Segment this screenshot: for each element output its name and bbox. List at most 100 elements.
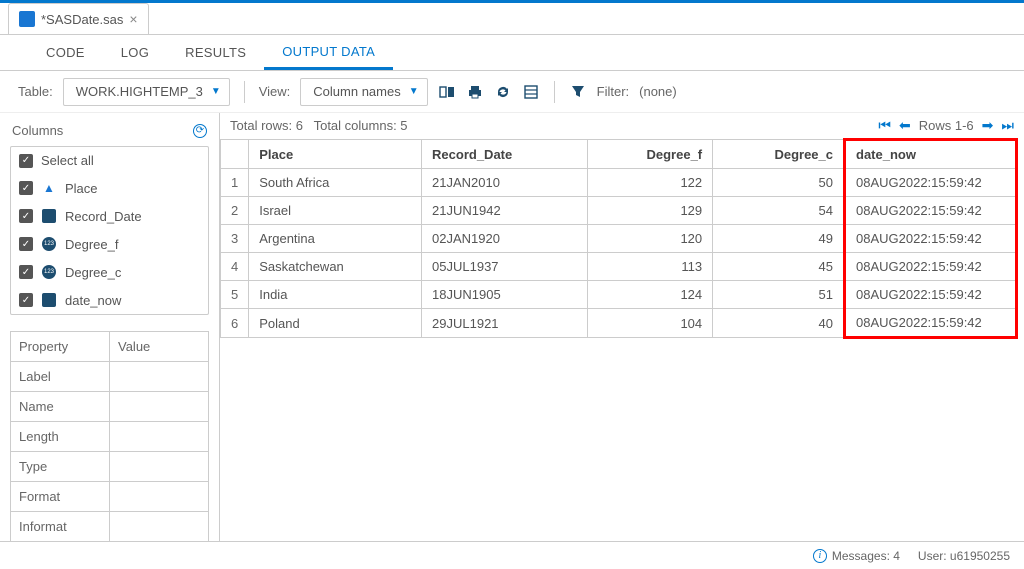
row-number: 6 [221, 309, 249, 338]
header-row: Place Record_Date Degree_f Degree_c date… [221, 140, 1017, 169]
property-name: Label [11, 362, 110, 391]
row-number: 4 [221, 253, 249, 281]
chevron-down-icon: ▼ [211, 86, 221, 97]
checkbox-icon[interactable]: ✓ [19, 209, 33, 223]
show-data-icon[interactable] [438, 83, 456, 101]
property-row[interactable]: Length [11, 422, 208, 452]
property-row[interactable]: Format [11, 482, 208, 512]
property-name: Informat [11, 512, 110, 541]
table-dropdown-value: WORK.HIGHTEMP_3 [76, 84, 203, 99]
checkbox-icon[interactable]: ✓ [19, 181, 33, 195]
next-page-icon[interactable]: ➡ [982, 117, 994, 134]
messages-button[interactable]: i Messages: 4 [813, 549, 900, 563]
first-page-icon[interactable]: ⏮ [878, 117, 891, 134]
app-window: *SASDate.sas × CODE LOG RESULTS OUTPUT D… [0, 0, 1024, 569]
col-place[interactable]: Place [249, 140, 422, 169]
data-grid[interactable]: Place Record_Date Degree_f Degree_c date… [220, 138, 1024, 541]
cell-date-now: 08AUG2022:15:59:42 [845, 197, 1017, 225]
file-tab-bar: *SASDate.sas × [0, 3, 1024, 35]
cell-degree-f: 113 [587, 253, 712, 281]
cell-date-now: 08AUG2022:15:59:42 [845, 169, 1017, 197]
column-item[interactable]: ✓Degree_f [11, 230, 208, 258]
total-rows: Total rows: 6 [230, 118, 303, 133]
tab-code[interactable]: CODE [28, 35, 103, 70]
tab-log[interactable]: LOG [103, 35, 167, 70]
messages-label: Messages: 4 [832, 549, 900, 563]
checkbox-icon[interactable]: ✓ [19, 237, 33, 251]
cell-degree-c: 45 [713, 253, 845, 281]
main-area: Columns ⟳ ✓ Select all ✓▲Place✓Record_Da… [0, 113, 1024, 541]
row-number: 5 [221, 281, 249, 309]
property-value [110, 362, 208, 391]
table-row[interactable]: 6Poland29JUL19211044008AUG2022:15:59:42 [221, 309, 1017, 338]
cell-place: India [249, 281, 422, 309]
table-row[interactable]: 3Argentina02JAN19201204908AUG2022:15:59:… [221, 225, 1017, 253]
column-item[interactable]: ✓Degree_c [11, 258, 208, 286]
refresh-icon[interactable] [494, 83, 512, 101]
tab-output-data[interactable]: OUTPUT DATA [264, 35, 393, 70]
col-degree-f[interactable]: Degree_f [587, 140, 712, 169]
rownum-header[interactable] [221, 140, 249, 169]
cell-date-now: 08AUG2022:15:59:42 [845, 253, 1017, 281]
row-number: 2 [221, 197, 249, 225]
prev-page-icon[interactable]: ⬅ [899, 117, 911, 134]
page-nav: ⏮ ⬅ Rows 1-6 ➡ ⏭ [878, 117, 1014, 134]
cell-degree-f: 120 [587, 225, 712, 253]
num-type-icon [41, 264, 57, 280]
cell-record-date: 05JUL1937 [422, 253, 588, 281]
cell-record-date: 18JUN1905 [422, 281, 588, 309]
property-row[interactable]: Name [11, 392, 208, 422]
file-tab-label: *SASDate.sas [41, 12, 123, 27]
cell-degree-f: 122 [587, 169, 712, 197]
last-page-icon[interactable]: ⏭ [1001, 117, 1014, 134]
table-row[interactable]: 4Saskatchewan05JUL19371134508AUG2022:15:… [221, 253, 1017, 281]
checkbox-icon[interactable]: ✓ [19, 293, 33, 307]
property-value [110, 392, 208, 421]
cell-date-now: 08AUG2022:15:59:42 [845, 281, 1017, 309]
property-name: Type [11, 452, 110, 481]
print-icon[interactable] [466, 83, 484, 101]
property-row[interactable]: Label [11, 362, 208, 392]
checkbox-icon[interactable]: ✓ [19, 265, 33, 279]
num-type-icon [41, 236, 57, 252]
export-icon[interactable] [522, 83, 540, 101]
cell-date-now: 08AUG2022:15:59:42 [845, 225, 1017, 253]
filter-icon[interactable] [569, 83, 587, 101]
checkbox-icon[interactable]: ✓ [19, 154, 33, 168]
col-date-now[interactable]: date_now [845, 140, 1017, 169]
editor-tabs: CODE LOG RESULTS OUTPUT DATA [0, 35, 1024, 71]
table-dropdown[interactable]: WORK.HIGHTEMP_3 ▼ [63, 78, 230, 106]
property-row[interactable]: Type [11, 452, 208, 482]
chevron-down-icon: ▼ [409, 86, 419, 97]
column-select-all[interactable]: ✓ Select all [11, 147, 208, 174]
property-row[interactable]: Informat [11, 512, 208, 541]
file-tab[interactable]: *SASDate.sas × [8, 3, 149, 34]
table-row[interactable]: 1South Africa21JAN20101225008AUG2022:15:… [221, 169, 1017, 197]
close-icon[interactable]: × [129, 11, 137, 27]
column-item-label: Record_Date [65, 209, 142, 224]
column-item[interactable]: ✓▲Place [11, 174, 208, 202]
table-row[interactable]: 5India18JUN19051245108AUG2022:15:59:42 [221, 281, 1017, 309]
column-item-label: Place [65, 181, 98, 196]
date-type-icon [41, 292, 57, 308]
cell-place: Israel [249, 197, 422, 225]
data-table: Place Record_Date Degree_f Degree_c date… [220, 138, 1018, 339]
table-row[interactable]: 2Israel21JUN19421295408AUG2022:15:59:42 [221, 197, 1017, 225]
column-item[interactable]: ✓ Record_Date [11, 202, 208, 230]
columns-refresh-icon[interactable]: ⟳ [193, 124, 207, 138]
columns-header: Columns ⟳ [10, 119, 209, 146]
col-record-date[interactable]: Record_Date [422, 140, 588, 169]
cell-degree-c: 51 [713, 281, 845, 309]
user-label: User: u61950255 [918, 549, 1010, 563]
separator [554, 81, 555, 103]
view-dropdown[interactable]: Column names ▼ [300, 78, 427, 106]
property-value [110, 422, 208, 451]
cell-place: Poland [249, 309, 422, 338]
row-number: 1 [221, 169, 249, 197]
col-degree-c[interactable]: Degree_c [713, 140, 845, 169]
tab-results[interactable]: RESULTS [167, 35, 264, 70]
cell-degree-f: 124 [587, 281, 712, 309]
column-item[interactable]: ✓date_now [11, 286, 208, 314]
view-dropdown-value: Column names [313, 84, 400, 99]
cell-degree-c: 49 [713, 225, 845, 253]
